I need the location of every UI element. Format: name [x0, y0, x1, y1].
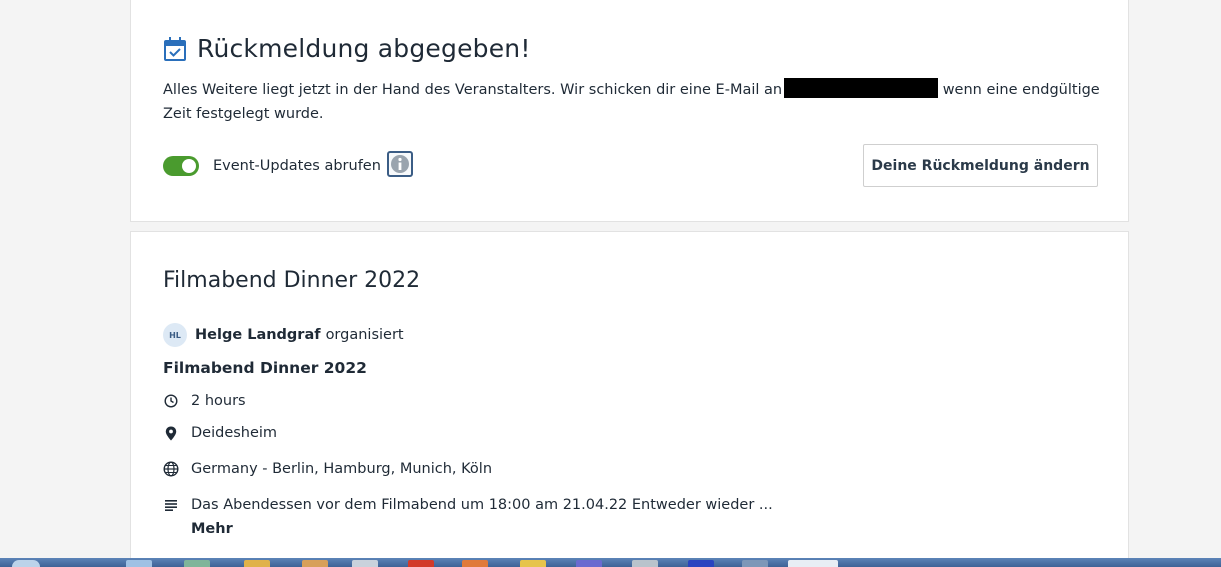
duration-row: 2 hours [163, 393, 246, 409]
location-text: Deidesheim [191, 425, 278, 441]
taskbar-app-icon[interactable] [462, 560, 488, 567]
event-card: Filmabend Dinner 2022 HL Helge Landgraf … [130, 231, 1129, 567]
taskbar-app-icon[interactable] [352, 560, 378, 567]
info-button[interactable] [387, 151, 413, 177]
taskbar-app-icon[interactable] [632, 560, 658, 567]
duration-text: 2 hours [191, 393, 246, 409]
description-text: Das Abendessen vor dem Filmabend um 18:0… [191, 497, 773, 513]
location-pin-icon [163, 425, 179, 441]
taskbar-app-icon[interactable] [126, 560, 152, 567]
start-button[interactable] [12, 560, 40, 567]
taskbar-active-app[interactable] [788, 560, 838, 567]
confirmation-message: Alles Weitere liegt jetzt in der Hand de… [163, 78, 1103, 126]
clock-icon [163, 393, 179, 409]
globe-icon [163, 461, 179, 477]
confirmation-message-part1: Alles Weitere liegt jetzt in der Hand de… [163, 82, 783, 98]
organizer-suffix: organisiert [325, 327, 404, 343]
more-link[interactable]: Mehr [191, 521, 233, 537]
description-row: Das Abendessen vor dem Filmabend um 18:0… [163, 497, 773, 513]
taskbar-app-icon[interactable] [520, 560, 546, 567]
event-title: Filmabend Dinner 2022 [163, 268, 421, 293]
taskbar-app-icon[interactable] [302, 560, 328, 567]
confirmation-card: Rückmeldung abgegeben! Alles Weitere lie… [130, 0, 1129, 222]
event-updates-toggle[interactable] [163, 156, 199, 176]
taskbar [0, 558, 1221, 567]
location-row: Deidesheim [163, 425, 277, 441]
taskbar-app-icon[interactable] [742, 560, 768, 567]
event-subtitle: Filmabend Dinner 2022 [163, 359, 367, 377]
taskbar-app-icon[interactable] [184, 560, 210, 567]
redacted-email [784, 78, 939, 98]
organizer: HL Helge Landgraf organisiert [163, 323, 404, 347]
timezone-text: Germany - Berlin, Hamburg, Munich, Köln [191, 461, 493, 477]
change-response-button[interactable]: Deine Rückmeldung ändern [863, 144, 1098, 187]
confirmation-header: Rückmeldung abgegeben! [163, 34, 531, 63]
description-lines-icon [163, 497, 179, 513]
taskbar-app-icon[interactable] [244, 560, 270, 567]
toggle-knob [182, 159, 196, 173]
avatar: HL [163, 323, 187, 347]
info-icon [391, 155, 409, 173]
timezone-row: Germany - Berlin, Hamburg, Munich, Köln [163, 461, 492, 477]
calendar-check-icon [164, 36, 186, 61]
taskbar-app-icon[interactable] [688, 560, 714, 567]
organizer-name: Helge Landgraf [195, 327, 321, 343]
event-updates-label: Event-Updates abrufen [213, 158, 381, 174]
confirmation-title: Rückmeldung abgegeben! [197, 34, 531, 63]
taskbar-app-icon[interactable] [408, 560, 434, 567]
taskbar-app-icon[interactable] [576, 560, 602, 567]
